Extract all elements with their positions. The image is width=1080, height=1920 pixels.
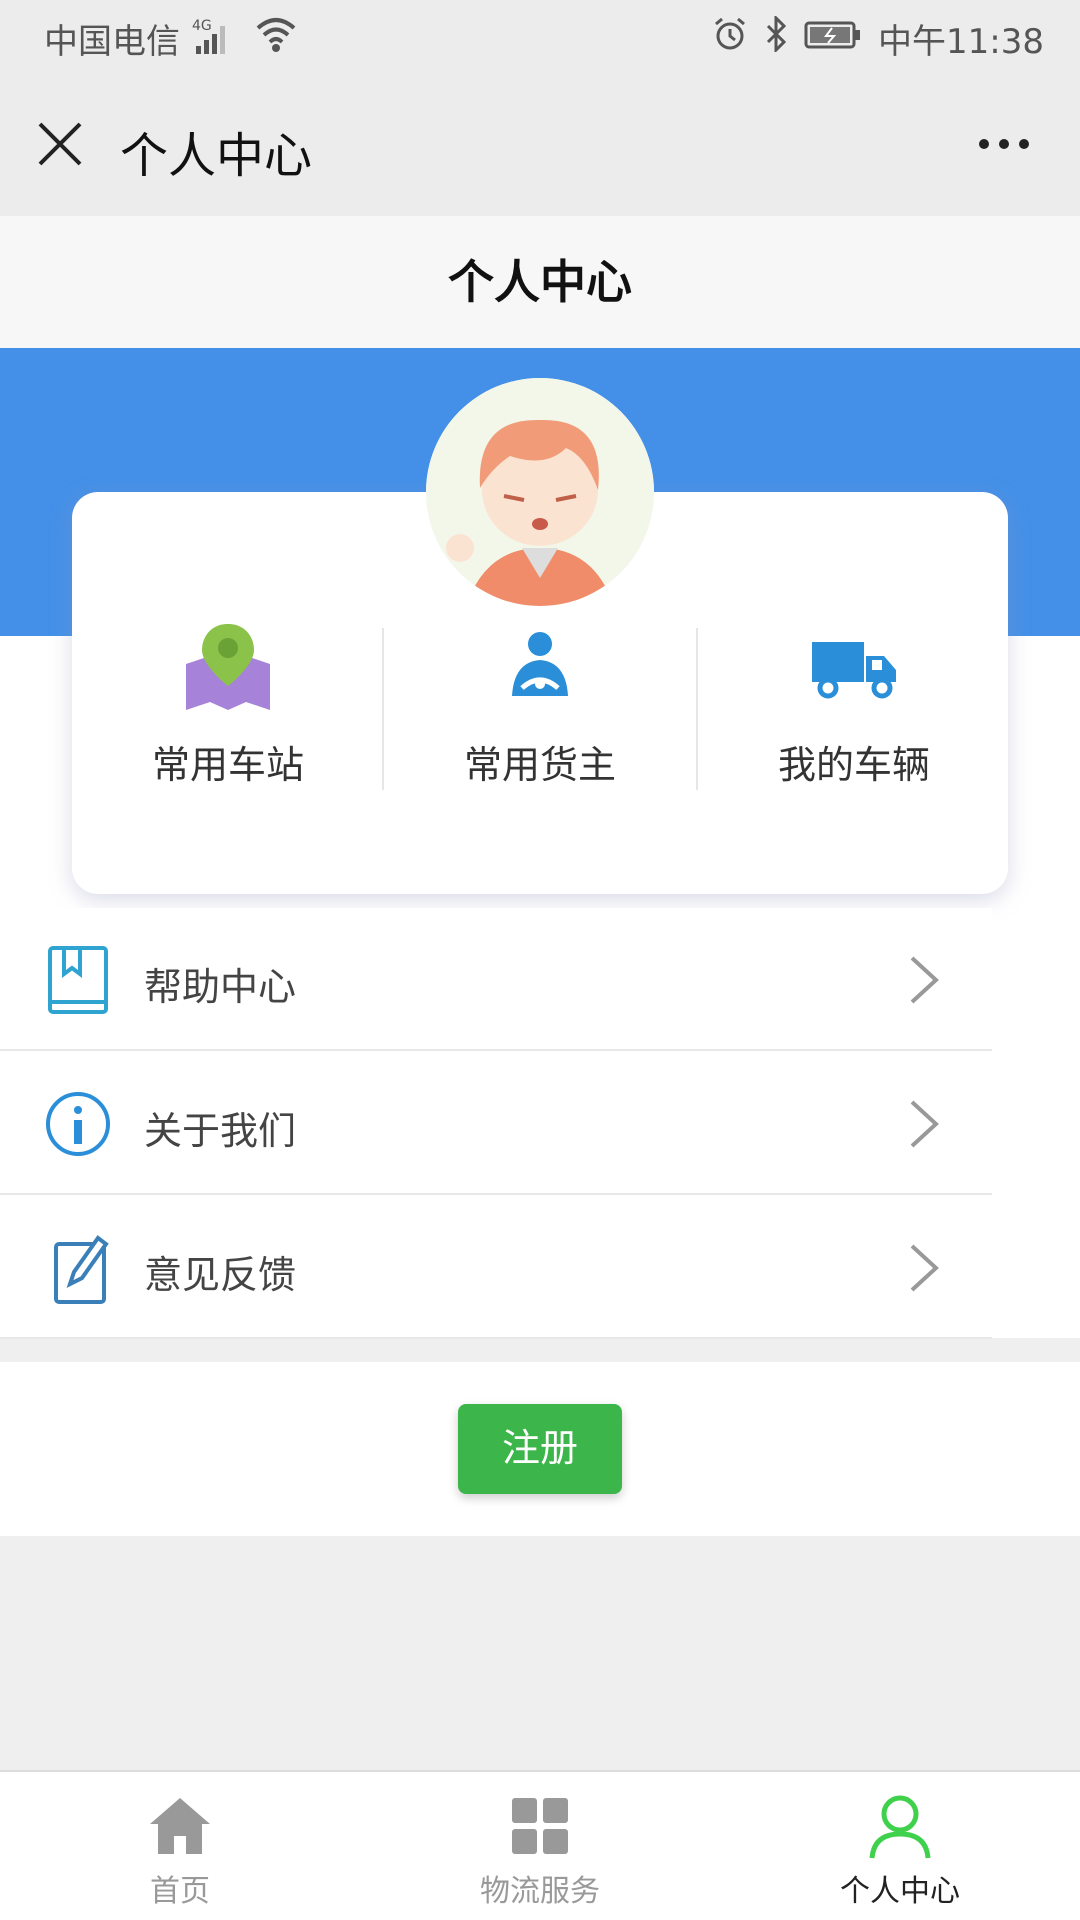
shortcut-label: 常用车站 [151, 743, 304, 787]
wifi-icon [254, 14, 298, 63]
tab-bar: 首页 物流服务 个人中心 [0, 1770, 1080, 1920]
info-icon [44, 1088, 112, 1160]
more-icon[interactable] [976, 136, 1032, 152]
user-icon [864, 1790, 936, 1862]
battery-icon [804, 19, 862, 59]
carrier-label: 中国电信 [44, 22, 180, 62]
bluetooth-icon [764, 14, 788, 61]
signal-icon: 4G [192, 16, 252, 56]
status-bar: 中国电信 4G 中午11:38 [0, 0, 1080, 72]
shortcut-vehicles[interactable]: 我的车辆 [698, 620, 1010, 790]
edit-icon [44, 1232, 112, 1304]
driver-icon [492, 620, 588, 716]
tab-label: 个人中心 [840, 1874, 960, 1909]
chevron-right-icon [904, 1242, 944, 1294]
tab-label: 物流服务 [480, 1874, 600, 1909]
menu-label: 意见反馈 [144, 1253, 297, 1297]
chevron-right-icon [904, 954, 944, 1006]
svg-text:4G: 4G [192, 18, 212, 34]
menu-item-feedback[interactable]: 意见反馈 [0, 1196, 992, 1339]
tab-logistics[interactable]: 物流服务 [360, 1772, 720, 1920]
map-pin-icon [180, 620, 276, 716]
grid-icon [504, 1790, 576, 1862]
alarm-icon [712, 16, 748, 61]
book-icon [44, 944, 112, 1016]
close-icon[interactable] [36, 120, 84, 168]
tab-label: 首页 [150, 1874, 210, 1909]
tab-home[interactable]: 首页 [0, 1772, 360, 1920]
shortcut-label: 我的车辆 [777, 743, 930, 787]
shortcut-stations[interactable]: 常用车站 [72, 620, 384, 790]
chevron-right-icon [904, 1098, 944, 1150]
nav-title: 个人中心 [120, 128, 313, 184]
home-icon [144, 1790, 216, 1862]
menu-label: 关于我们 [144, 1109, 297, 1153]
menu-item-help[interactable]: 帮助中心 [0, 908, 992, 1051]
menu-item-about[interactable]: 关于我们 [0, 1052, 992, 1195]
clock-time: 中午11:38 [878, 22, 1044, 62]
nav-bar: 个人中心 [0, 72, 1080, 216]
truck-icon [806, 620, 902, 716]
tab-profile[interactable]: 个人中心 [720, 1772, 1080, 1920]
avatar[interactable] [426, 378, 654, 606]
register-button[interactable]: 注册 [458, 1404, 622, 1494]
shortcut-shippers[interactable]: 常用货主 [384, 620, 696, 790]
shortcut-label: 常用货主 [463, 743, 616, 787]
menu-label: 帮助中心 [144, 965, 297, 1009]
page-title: 个人中心 [0, 216, 1080, 348]
